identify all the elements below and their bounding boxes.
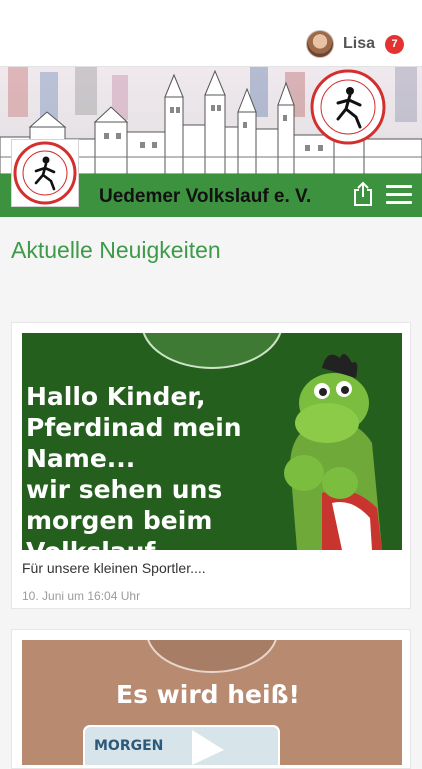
hamburger-menu-icon <box>386 185 412 204</box>
site-logo[interactable] <box>11 139 79 207</box>
news-image-text: Es wird heiß! <box>116 680 300 709</box>
news-image-text: Hallo Kinder, Pferdinad mein Name... wir… <box>26 382 242 550</box>
large-logo <box>310 69 386 145</box>
menu-button[interactable] <box>386 185 412 207</box>
share-icon <box>354 181 372 206</box>
user-name[interactable]: Lisa <box>343 35 375 53</box>
notification-badge[interactable]: 7 <box>385 34 404 54</box>
news-image[interactable]: Hallo Kinder, Pferdinad mein Name... wir… <box>22 333 402 550</box>
news-image-subtext: MORGEN <box>94 738 164 754</box>
news-date: 10. Juni um 16:04 Uhr <box>22 589 141 603</box>
news-image[interactable]: Es wird heiß! MORGEN <box>22 640 402 765</box>
news-card[interactable]: Hallo Kinder, Pferdinad mein Name... wir… <box>11 322 411 609</box>
top-bar: Lisa 7 <box>0 0 422 67</box>
section-title: Aktuelle Neuigkeiten <box>11 237 221 263</box>
user-menu[interactable]: Lisa 7 <box>305 30 404 58</box>
news-caption[interactable]: Für unsere kleinen Sportler.... <box>22 560 206 576</box>
share-button[interactable] <box>352 181 374 207</box>
news-card[interactable]: Es wird heiß! MORGEN <box>11 629 411 769</box>
site-title[interactable]: Uedemer Volkslauf e. V. <box>99 186 311 208</box>
avatar[interactable] <box>305 30 334 58</box>
